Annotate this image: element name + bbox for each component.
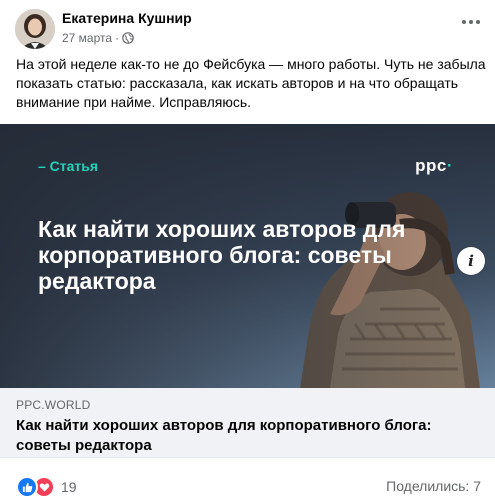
meta-separator: ·: [115, 31, 120, 45]
preview-headline: Как найти хороших авторов для корпоратив…: [38, 216, 406, 294]
link-title[interactable]: Как найти хороших авторов для корпоратив…: [16, 416, 486, 456]
globe-icon[interactable]: [122, 32, 134, 44]
post-text: На этой неделе как-то не до Фейсбука — м…: [16, 56, 486, 110]
link-preview-image[interactable]: – Статья ppc· Как найти хороших авторов …: [0, 124, 495, 388]
info-icon[interactable]: i: [457, 247, 485, 275]
reaction-count: 19: [61, 479, 77, 495]
reactions-summary[interactable]: 19: [16, 476, 77, 498]
ppc-logo: ppc·: [415, 156, 453, 176]
more-dots-icon[interactable]: [459, 12, 483, 32]
like-icon: [16, 476, 38, 498]
post-date[interactable]: 27 марта: [62, 31, 112, 45]
post-meta: 27 марта ·: [62, 31, 134, 45]
shares-count[interactable]: Поделились: 7: [386, 478, 481, 494]
post-footer: 19 Поделились: 7: [0, 468, 495, 504]
link-meta[interactable]: PPC.WORLD Как найти хороших авторов для …: [0, 388, 495, 458]
facebook-post: Екатерина Кушнир 27 марта · На этой неде…: [0, 0, 495, 504]
logo-mark: ·: [446, 156, 453, 175]
author-name[interactable]: Екатерина Кушнир: [62, 10, 192, 26]
avatar[interactable]: [15, 9, 55, 49]
article-tag: – Статья: [38, 158, 99, 174]
logo-text: ppc: [415, 156, 447, 175]
link-domain: PPC.WORLD: [16, 398, 91, 412]
post-header: Екатерина Кушнир 27 марта ·: [12, 6, 483, 50]
